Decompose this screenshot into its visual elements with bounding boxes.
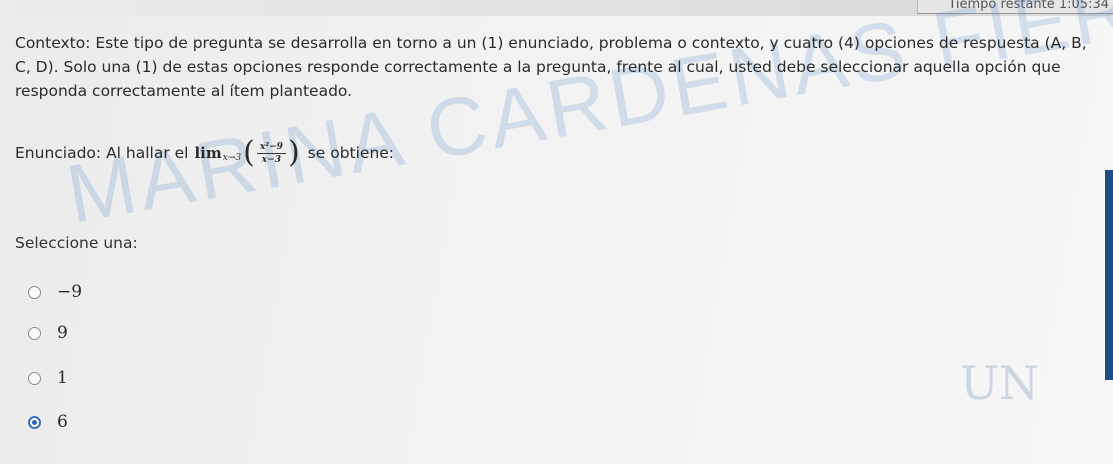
timer-display: Tiempo restante 1:05:34 bbox=[917, 0, 1113, 14]
question-statement: Enunciado: Al hallar el lim x→3 ( x²−9 x… bbox=[15, 138, 394, 168]
radio-button[interactable] bbox=[28, 415, 41, 429]
answer-label: −9 bbox=[57, 282, 83, 302]
timer-text: Tiempo restante 1:05:34 bbox=[948, 0, 1109, 12]
answer-option-d[interactable]: 6 bbox=[28, 412, 68, 432]
fraction-numerator: x²−9 bbox=[256, 142, 286, 154]
radio-button[interactable] bbox=[28, 371, 41, 385]
statement-suffix: se obtiene: bbox=[307, 144, 395, 162]
select-prompt: Seleccione una: bbox=[15, 234, 138, 252]
answer-label: 1 bbox=[57, 368, 68, 388]
limit-expression: lim x→3 ( x²−9 x−3 ) bbox=[194, 138, 301, 168]
radio-button[interactable] bbox=[28, 285, 41, 299]
answer-option-b[interactable]: 9 bbox=[28, 323, 68, 343]
limit-subscript: x→3 bbox=[222, 153, 242, 163]
limit-operator: lim bbox=[194, 144, 222, 162]
radio-button[interactable] bbox=[28, 326, 41, 340]
answer-label: 9 bbox=[57, 323, 68, 343]
answer-option-c[interactable]: 1 bbox=[28, 368, 68, 388]
left-paren: ( bbox=[243, 135, 255, 170]
answer-label: 6 bbox=[57, 412, 68, 432]
question-context: Contexto: Este tipo de pregunta se desar… bbox=[15, 34, 1087, 100]
university-logo: UN bbox=[960, 356, 1040, 410]
right-side-bar bbox=[1105, 170, 1113, 380]
fraction: x²−9 x−3 bbox=[256, 142, 286, 165]
fraction-denominator: x−3 bbox=[261, 154, 281, 165]
right-paren: ) bbox=[287, 135, 300, 170]
statement-prefix: Enunciado: Al hallar el bbox=[15, 144, 189, 162]
answer-option-a[interactable]: −9 bbox=[28, 282, 82, 302]
